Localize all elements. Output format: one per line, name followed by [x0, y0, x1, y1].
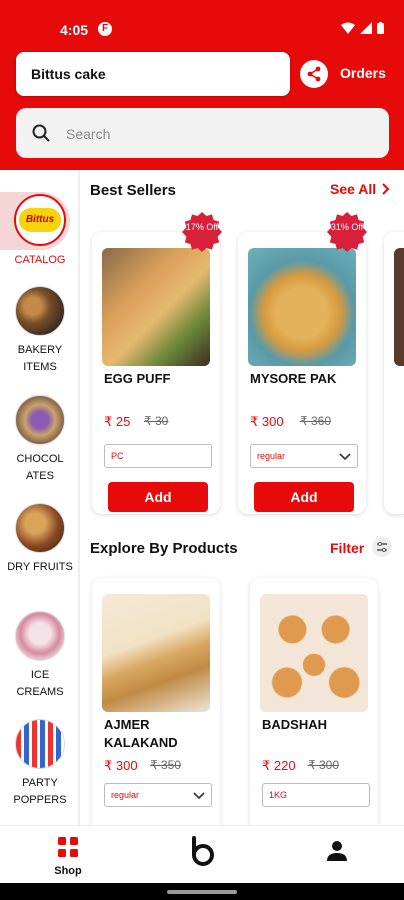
sidebar-item-catalog[interactable]: Bittus CATALOG [0, 194, 80, 269]
product-card[interactable]: MYSORE PAK ₹ 300 ₹ 360 regular Add [238, 232, 366, 514]
sidebar-item-label: BAKERY ITEMS [17, 344, 63, 373]
store-name: Bittus cake [31, 66, 106, 82]
share-icon [307, 66, 321, 82]
nav-brand[interactable] [190, 836, 216, 871]
status-time: 4:05 [60, 22, 89, 38]
product-mrp: ₹ 360 [300, 414, 331, 428]
search-input[interactable]: Search [16, 108, 389, 158]
app-notification-icon: F [98, 22, 112, 36]
variant-select[interactable]: regular [250, 444, 358, 468]
add-button[interactable]: Add [254, 482, 354, 512]
nav-shop-label: Shop [54, 865, 82, 877]
bakery-thumb [15, 286, 65, 336]
search-icon [32, 124, 50, 142]
filter-button[interactable]: Filter [330, 540, 364, 556]
brand-logo-icon [192, 836, 214, 866]
sidebar-item-label: ICE CREAMS [16, 669, 64, 698]
product-name: BADSHAH [262, 717, 327, 732]
sidebar-item-label: CHOCOL ATES [16, 453, 64, 482]
bottom-nav: Shop [0, 825, 404, 883]
best-sellers-title: Best Sellers [90, 182, 176, 199]
product-mrp: ₹ 300 [308, 758, 339, 772]
store-selector[interactable]: Bittus cake [16, 52, 290, 96]
main-content: Best Sellers See All EGG PUFF ₹ 25 ₹ 30 … [80, 170, 404, 825]
chocolate-thumb [15, 395, 65, 445]
variant-select[interactable]: PC [104, 444, 212, 468]
variant-select[interactable]: 1KG [262, 783, 370, 807]
grid-icon [58, 837, 78, 857]
dry-fruits-thumb [15, 503, 65, 553]
product-name: EGG PUFF [104, 371, 171, 386]
product-price: ₹ 25 [104, 414, 131, 429]
sidebar-item-label: PARTY POPPERS [13, 777, 67, 806]
nav-profile[interactable] [326, 840, 348, 867]
product-image-mysore-pak [248, 248, 356, 366]
chevron-down-icon [339, 453, 351, 461]
sidebar-item-ice-creams[interactable]: ICE CREAMS [0, 611, 80, 701]
product-image-partial [394, 248, 404, 366]
category-sidebar: Bittus CATALOG BAKERY ITEMS CHOCOL ATES … [0, 170, 80, 825]
product-image-egg-puff [102, 248, 210, 366]
product-card-partial[interactable] [384, 232, 404, 514]
variant-select[interactable]: regular [104, 783, 212, 807]
product-card[interactable]: BADSHAH ₹ 220 ₹ 300 1KG [250, 578, 378, 825]
product-price: ₹ 300 [250, 414, 284, 429]
orders-link[interactable]: Orders [340, 65, 386, 81]
ice-cream-thumb [15, 611, 65, 661]
product-price: ₹ 300 [104, 758, 138, 773]
battery-icon [377, 22, 384, 34]
chevron-right-icon [382, 183, 390, 195]
sidebar-item-dry-fruits[interactable]: DRY FRUITS [0, 503, 80, 576]
product-name: AJMER KALAKAND [104, 717, 178, 750]
catalog-logo: Bittus [14, 194, 66, 246]
share-button[interactable] [300, 60, 328, 88]
add-button[interactable]: Add [108, 482, 208, 512]
sidebar-item-label: DRY FRUITS [7, 561, 73, 573]
product-mrp: ₹ 350 [150, 758, 181, 772]
gesture-bar [0, 883, 404, 900]
nav-shop[interactable]: Shop [52, 836, 84, 877]
product-price: ₹ 220 [262, 758, 296, 773]
sidebar-item-label: CATALOG [14, 254, 66, 266]
wifi-icon [341, 22, 355, 34]
explore-title: Explore By Products [90, 540, 238, 557]
bittus-logo: Bittus [19, 208, 61, 232]
app-header: 4:05 F Bittus cake Orders Search [0, 0, 404, 170]
sidebar-item-chocolates[interactable]: CHOCOL ATES [0, 395, 80, 485]
filter-icon[interactable] [372, 537, 392, 557]
product-name: MYSORE PAK [250, 371, 337, 386]
product-mrp: ₹ 30 [144, 414, 169, 428]
signal-icon [360, 22, 372, 34]
product-image-ajmer-kalakand [102, 594, 210, 712]
party-poppers-thumb [15, 719, 65, 769]
see-all-link[interactable]: See All [330, 181, 390, 197]
product-card[interactable]: EGG PUFF ₹ 25 ₹ 30 PC Add [92, 232, 220, 514]
status-bar: 4:05 F [0, 18, 404, 44]
search-placeholder: Search [66, 126, 111, 142]
user-icon [327, 841, 347, 861]
sidebar-item-party-poppers[interactable]: PARTY POPPERS [0, 719, 80, 809]
chevron-down-icon [193, 792, 205, 800]
sidebar-item-bakery[interactable]: BAKERY ITEMS [0, 286, 80, 376]
product-image-badshah [260, 594, 368, 712]
product-card[interactable]: AJMER KALAKAND ₹ 300 ₹ 350 regular [92, 578, 220, 825]
